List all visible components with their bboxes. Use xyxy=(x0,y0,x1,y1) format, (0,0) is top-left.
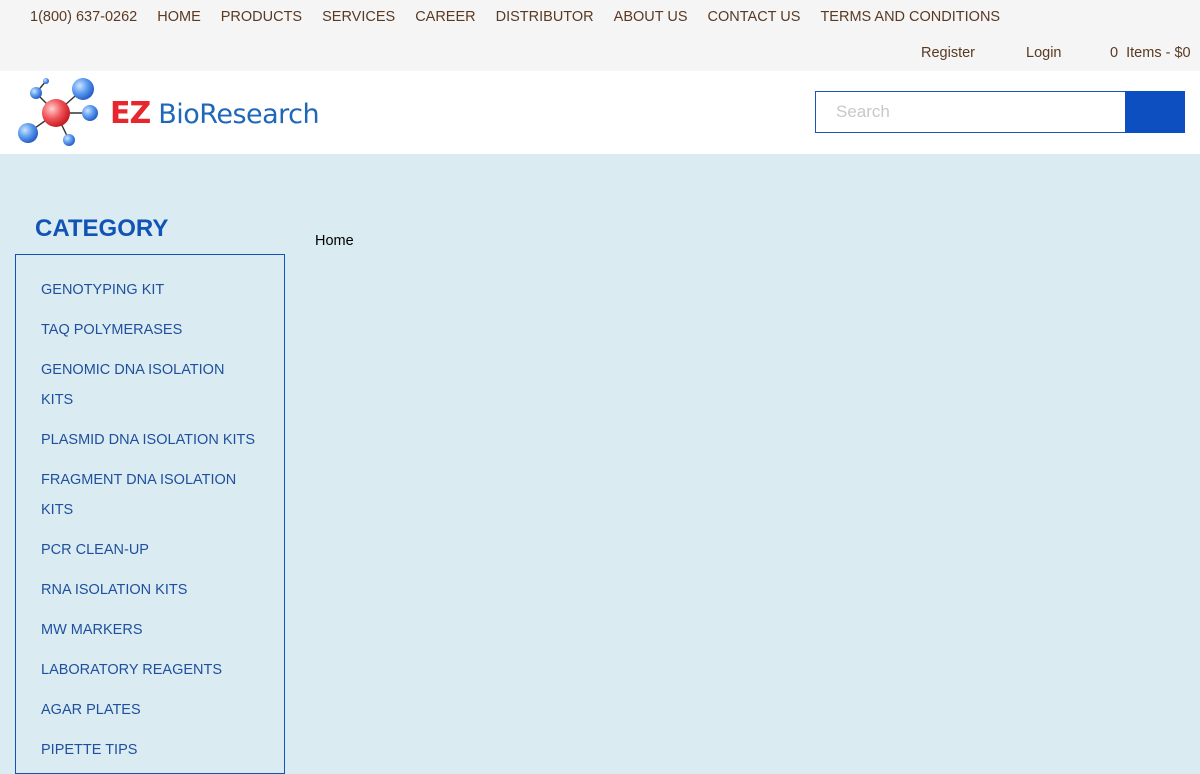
category-item-laboratory-reagents[interactable]: LABORATORY REAGENTS xyxy=(41,655,260,685)
category-item-taq-polymerases[interactable]: TAQ POLYMERASES xyxy=(41,315,260,345)
phone-number: 1(800) 637-0262 xyxy=(30,9,138,25)
nav-home[interactable]: HOME xyxy=(147,8,211,26)
top-bar: 1(800) 637-0262 HOME PRODUCTS SERVICES C… xyxy=(0,0,1200,71)
category-item-genotyping-kit[interactable]: GENOTYPING KIT xyxy=(41,275,260,305)
category-list: GENOTYPING KIT TAQ POLYMERASES GENOMIC D… xyxy=(16,255,284,765)
nav-distributor[interactable]: DISTRIBUTOR xyxy=(486,8,604,26)
site-logo[interactable]: EZ BioResearch xyxy=(16,77,320,149)
category-item-plasmid-dna-isolation-kits[interactable]: PLASMID DNA ISOLATION KITS xyxy=(41,425,260,455)
nav-terms-and-conditions[interactable]: TERMS AND CONDITIONS xyxy=(810,8,1010,26)
molecule-logo-icon xyxy=(18,78,98,146)
category-item-rna-isolation-kits[interactable]: RNA ISOLATION KITS xyxy=(41,575,260,605)
category-item-genomic-dna-isolation-kits[interactable]: GENOMIC DNA ISOLATION KITS xyxy=(41,355,260,415)
logo-ez-text: EZ xyxy=(110,95,151,131)
nav-about-us[interactable]: ABOUT US xyxy=(604,8,698,26)
nav-contact-us[interactable]: CONTACT US xyxy=(698,8,811,26)
site-header: EZ BioResearch xyxy=(0,71,1200,154)
breadcrumb-home[interactable]: Home xyxy=(315,233,354,249)
search-input[interactable] xyxy=(815,91,1125,133)
cart-summary[interactable]: 0 Items - $0 xyxy=(1110,44,1191,62)
nav-services[interactable]: SERVICES xyxy=(312,8,405,26)
nav-products[interactable]: PRODUCTS xyxy=(211,8,312,26)
login-link[interactable]: Login xyxy=(1026,44,1061,62)
search-button[interactable] xyxy=(1125,91,1185,133)
category-item-pcr-clean-up[interactable]: PCR CLEAN-UP xyxy=(41,535,260,565)
category-heading: CATEGORY xyxy=(35,215,169,242)
category-item-mw-markers[interactable]: MW MARKERS xyxy=(41,615,260,645)
logo-bioresearch-text: BioResearch xyxy=(158,98,320,130)
logo-wordmark: EZ BioResearch xyxy=(110,95,320,131)
nav-career[interactable]: CAREER xyxy=(405,8,485,26)
category-sidebar: GENOTYPING KIT TAQ POLYMERASES GENOMIC D… xyxy=(15,254,285,774)
top-nav: 1(800) 637-0262 HOME PRODUCTS SERVICES C… xyxy=(20,8,1010,26)
register-link[interactable]: Register xyxy=(921,44,975,62)
category-item-pipette-tips[interactable]: PIPETTE TIPS xyxy=(41,735,260,765)
category-item-agar-plates[interactable]: AGAR PLATES xyxy=(41,695,260,725)
category-item-fragment-dna-isolation-kits[interactable]: FRAGMENT DNA ISOLATION KITS xyxy=(41,465,260,525)
